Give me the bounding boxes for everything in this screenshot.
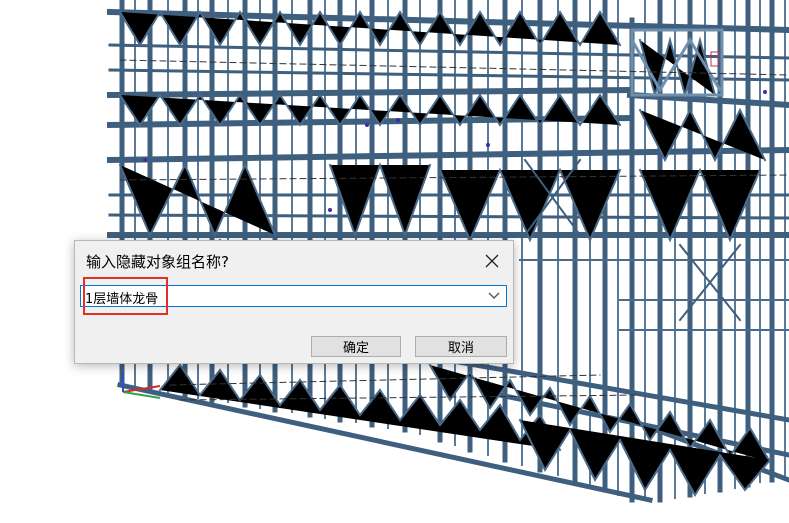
- ok-button[interactable]: 确定: [311, 336, 401, 357]
- close-icon[interactable]: [481, 250, 503, 272]
- chevron-down-icon[interactable]: [485, 286, 503, 306]
- annotation-highlight-box: [83, 277, 168, 315]
- cancel-button[interactable]: 取消: [415, 336, 507, 357]
- hide-group-name-dialog: 输入隐藏对象组名称? 1层墙体龙骨 确定 取消: [74, 240, 514, 364]
- dialog-title: 输入隐藏对象组名称?: [86, 253, 229, 271]
